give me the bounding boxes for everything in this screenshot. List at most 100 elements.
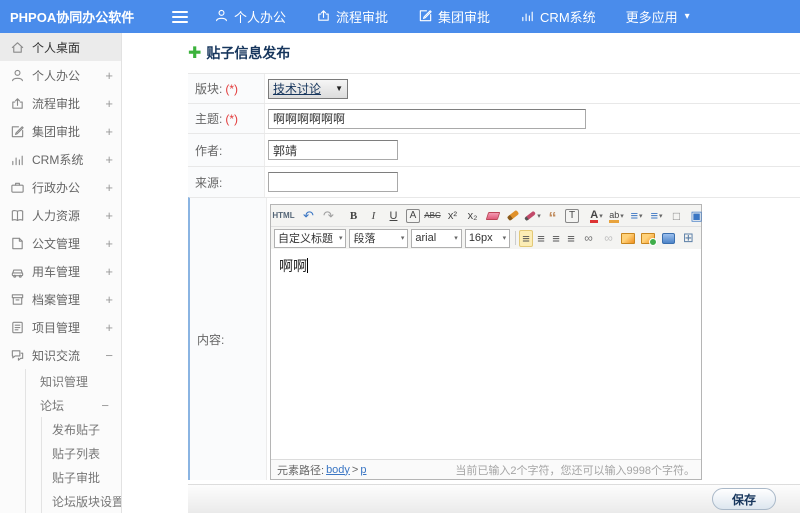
font-size-select[interactable]: 16px ▾ xyxy=(464,228,511,248)
expand-toggle[interactable]: + xyxy=(105,152,113,167)
paragraph-select[interactable]: 段落 ▾ xyxy=(349,228,409,248)
board-select[interactable]: 技术讨论 ▼ xyxy=(268,78,348,99)
sidebar-item-vehicle-mgmt[interactable]: 用车管理 + xyxy=(0,257,121,285)
sidebar-item-project-mgmt[interactable]: 项目管理 + xyxy=(0,313,121,341)
expand-toggle[interactable]: + xyxy=(105,208,113,223)
ordered-list-button[interactable]: ≡ ▾ xyxy=(627,207,646,225)
italic-button[interactable]: I xyxy=(364,207,383,225)
sidebar-item-desktop[interactable]: 个人桌面 xyxy=(0,33,121,61)
sidebar-item-publish-post[interactable]: 发布贴子 xyxy=(42,417,121,441)
link-button[interactable]: ∞ xyxy=(579,229,598,247)
sidebar-item-forum[interactable]: 论坛 − xyxy=(26,393,121,417)
font-box-button[interactable]: A xyxy=(406,208,420,223)
topic-label: 主题: xyxy=(195,112,223,126)
fullscreen-icon[interactable]: ▣ xyxy=(687,207,706,225)
sidebar-item-crm[interactable]: CRM系统 + xyxy=(0,145,121,173)
paste-text-icon[interactable]: T xyxy=(565,208,579,223)
forum-submenu: 发布贴子 贴子列表 贴子审批 论坛版块设置 xyxy=(41,417,121,513)
save-button[interactable]: 保存 xyxy=(712,488,776,510)
sidebar-item-hr[interactable]: 人力资源 + xyxy=(0,201,121,229)
rich-text-editor: HTML ↶ ↷ B I U A ABC x² x₂ ▾ “ T A ▾ ab … xyxy=(270,204,703,480)
expand-toggle[interactable]: + xyxy=(105,68,113,83)
underline-button[interactable]: U xyxy=(384,207,403,225)
expand-toggle[interactable]: + xyxy=(105,124,113,139)
undo-icon[interactable]: ↶ xyxy=(299,207,318,225)
chart-icon xyxy=(10,152,25,167)
expand-toggle[interactable]: + xyxy=(105,264,113,279)
source-label: 来源: xyxy=(195,175,223,190)
topic-input[interactable] xyxy=(268,108,586,129)
main-content: ✚ 贴子信息发布 版块: (*) 技术讨论 ▼ 主题: (*) 啊啊啊啊啊啊 作… xyxy=(123,33,800,513)
expand-toggle[interactable]: + xyxy=(105,236,113,251)
new-page-icon[interactable]: □ xyxy=(667,207,686,225)
sidebar-item-document-mgmt[interactable]: 公文管理 + xyxy=(0,229,121,257)
document-icon xyxy=(10,236,25,251)
redo-icon[interactable]: ↷ xyxy=(319,207,338,225)
font-color-button[interactable]: A ▾ xyxy=(587,207,606,225)
bold-button[interactable]: B xyxy=(344,207,363,225)
custom-title-select[interactable]: 自定义标题 ▾ xyxy=(274,228,347,248)
sidebar-item-knowledge[interactable]: 知识交流 − xyxy=(0,341,121,369)
insert-image-button[interactable] xyxy=(619,229,638,247)
blockquote-button[interactable]: “ xyxy=(543,207,562,226)
align-left-button[interactable]: ≡ xyxy=(518,229,533,247)
nav-item-more-apps[interactable]: 更多应用 ▾ xyxy=(626,7,690,26)
unlink-button[interactable]: ∞ xyxy=(599,229,618,247)
unordered-list-button[interactable]: ≡ ▾ xyxy=(647,207,666,225)
nav-item-process-approval[interactable]: 流程审批 xyxy=(316,7,388,26)
source-input[interactable] xyxy=(268,172,398,192)
font-family-select[interactable]: arial ▾ xyxy=(411,228,462,248)
editor-toolbar-row1: HTML ↶ ↷ B I U A ABC x² x₂ ▾ “ T A ▾ ab … xyxy=(271,205,703,227)
sidebar-item-post-approval[interactable]: 贴子审批 xyxy=(42,465,121,489)
collapse-toggle[interactable]: − xyxy=(105,348,113,363)
editor-content-area[interactable]: 啊啊 xyxy=(271,249,701,459)
strikethrough-button[interactable]: ABC xyxy=(423,207,442,225)
path-p-link[interactable]: p xyxy=(360,464,366,476)
insert-table-button[interactable]: ⊞ xyxy=(679,229,698,247)
expand-toggle[interactable]: + xyxy=(105,180,113,195)
sidebar-item-personal-office[interactable]: 个人办公 + xyxy=(0,61,121,89)
align-center-button[interactable]: ≡ xyxy=(534,229,548,247)
subscript-button[interactable]: x₂ xyxy=(463,207,482,225)
nav-item-personal-office[interactable]: 个人办公 xyxy=(214,7,286,26)
expand-toggle[interactable]: + xyxy=(105,320,113,335)
expand-toggle[interactable]: + xyxy=(105,96,113,111)
net-image-button[interactable] xyxy=(639,229,658,247)
sidebar-item-process-approval[interactable]: 流程审批 + xyxy=(0,89,121,117)
plus-icon: ✚ xyxy=(188,45,202,62)
path-body-link[interactable]: body xyxy=(326,464,350,476)
chart-icon xyxy=(520,8,535,26)
collapse-toggle[interactable]: − xyxy=(101,398,109,413)
form-row-source: 来源: xyxy=(188,166,800,197)
expand-toggle[interactable]: + xyxy=(105,292,113,307)
highlight-color-button[interactable]: ab ▾ xyxy=(607,207,626,225)
nav-item-crm[interactable]: CRM系统 xyxy=(520,7,596,26)
nav-item-group-approval[interactable]: 集团审批 xyxy=(418,7,490,26)
insert-media-button[interactable] xyxy=(659,229,678,247)
user-icon xyxy=(10,68,25,83)
superscript-button[interactable]: x² xyxy=(443,207,462,225)
sidebar-item-archive-mgmt[interactable]: 档案管理 + xyxy=(0,285,121,313)
format-brush-icon[interactable] xyxy=(503,207,522,225)
sidebar-item-admin-office[interactable]: 行政办公 + xyxy=(0,173,121,201)
author-input[interactable] xyxy=(268,140,398,160)
align-justify-button[interactable]: ≡ xyxy=(564,229,578,247)
chevron-down-icon: ▾ xyxy=(400,235,405,242)
sidebar-item-group-approval[interactable]: 集团审批 + xyxy=(0,117,121,145)
required-mark: (*) xyxy=(225,111,239,126)
sidebar-item-post-list[interactable]: 贴子列表 xyxy=(42,441,121,465)
hamburger-menu-icon[interactable] xyxy=(172,8,188,26)
chevron-down-icon: ▾ xyxy=(684,11,690,22)
html-source-button[interactable]: HTML xyxy=(272,207,294,225)
knowledge-submenu: 知识管理 论坛 − 发布贴子 贴子列表 贴子审批 论坛版块设置 xyxy=(25,369,121,513)
sidebar: 个人桌面 个人办公 + 流程审批 + 集团审批 + CRM系统 + 行政办公 +… xyxy=(0,33,122,513)
align-right-button[interactable]: ≡ xyxy=(549,229,563,247)
remove-format-icon[interactable] xyxy=(483,207,502,225)
home-icon xyxy=(10,40,25,55)
editor-statusbar: 元素路径: body > p 当前已输入2个字符，您还可以输入9998个字符。 xyxy=(271,459,701,479)
sidebar-item-knowledge-mgmt[interactable]: 知识管理 xyxy=(26,369,121,393)
sidebar-item-forum-board-settings[interactable]: 论坛版块设置 xyxy=(42,489,121,513)
quick-style-icon[interactable]: ▾ xyxy=(523,207,542,225)
navbar-menu: 个人办公 流程审批 集团审批 CRM系统 更多应用 ▾ xyxy=(214,7,720,26)
briefcase-icon xyxy=(10,180,25,195)
